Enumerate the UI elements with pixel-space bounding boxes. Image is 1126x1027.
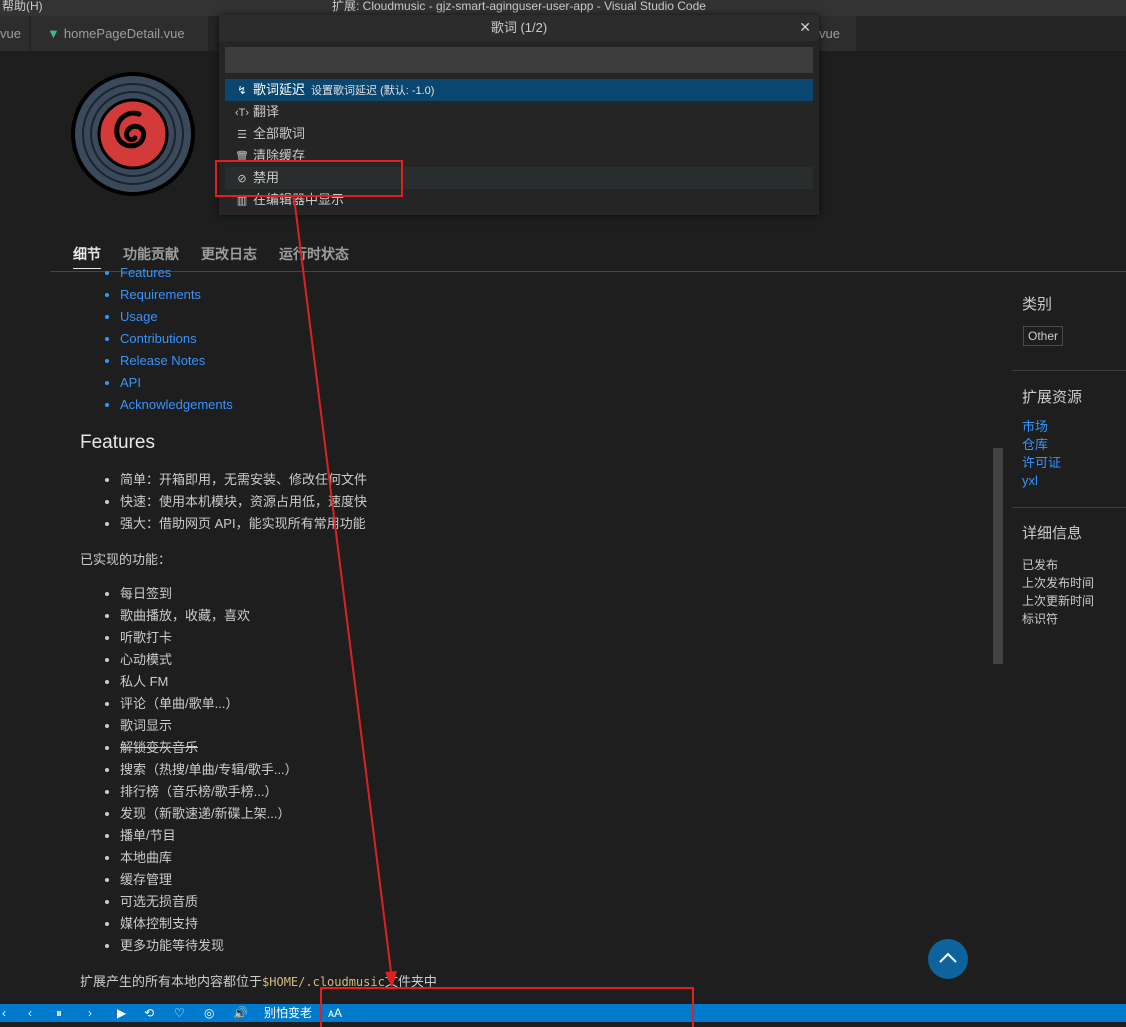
annotation-arrow-icon: [293, 196, 397, 988]
